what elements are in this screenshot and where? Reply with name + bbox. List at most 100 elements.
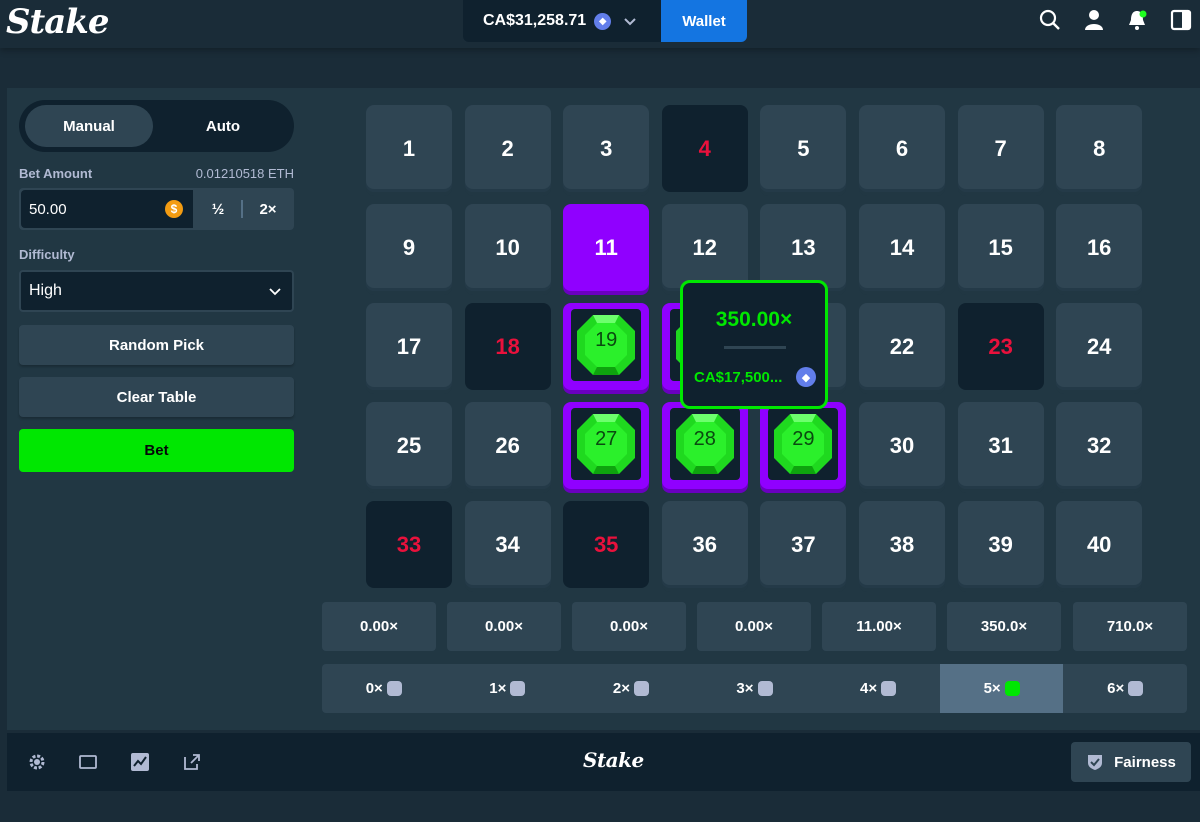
keno-tile-33[interactable]: 33 — [366, 501, 452, 588]
settings-gear-icon[interactable] — [27, 752, 47, 772]
currency-coin-icon: $ — [165, 200, 183, 218]
tile-number: 24 — [1086, 333, 1112, 359]
gem-icon — [633, 681, 649, 696]
keno-tile-17[interactable]: 17 — [366, 303, 452, 390]
tile-number: 19 — [595, 329, 618, 351]
wallet-button[interactable]: Wallet — [661, 0, 747, 42]
hit-count-4: 4× — [816, 664, 940, 713]
payout-tooltip: 350.00× CA$17,500... ◆ — [680, 280, 828, 409]
tile-number: 17 — [396, 333, 422, 359]
keno-tile-37[interactable]: 37 — [760, 501, 847, 588]
search-icon[interactable] — [1038, 8, 1062, 32]
keno-tile-5[interactable]: 5 — [760, 105, 847, 192]
keno-tile-11[interactable]: 11 — [563, 204, 650, 291]
keno-tile-6[interactable]: 6 — [859, 105, 945, 192]
half-bet-button[interactable]: ½ — [195, 190, 241, 228]
random-pick-button[interactable]: Random Pick — [19, 325, 294, 365]
keno-tile-3[interactable]: 3 — [563, 105, 650, 192]
tile-number: 30 — [889, 432, 915, 458]
keno-tile-8[interactable]: 8 — [1056, 105, 1143, 192]
keno-tile-12[interactable]: 12 — [661, 204, 748, 291]
tile-number: 31 — [988, 432, 1013, 458]
payout-multiplier: 0.00× — [322, 602, 436, 651]
eth-coin-icon: ◆ — [594, 12, 612, 30]
keno-tile-13[interactable]: 13 — [760, 204, 847, 291]
user-icon[interactable] — [1082, 8, 1106, 32]
keno-tile-1[interactable]: 1 — [366, 105, 452, 192]
hit-count-label: 6× — [1107, 680, 1125, 697]
keno-tile-18[interactable]: 18 — [464, 303, 551, 390]
keno-tile-30[interactable]: 30 — [859, 402, 945, 489]
sidebar-toggle-icon[interactable] — [1169, 8, 1193, 32]
keno-tile-24[interactable]: 24 — [1056, 303, 1143, 390]
keno-tile-29[interactable]: 29 — [760, 402, 847, 489]
tile-number: 4 — [698, 135, 711, 161]
tile-number: 7 — [994, 135, 1007, 161]
tile-number: 6 — [895, 135, 909, 161]
tab-auto[interactable]: Auto — [159, 105, 287, 147]
clear-table-button[interactable]: Clear Table — [19, 377, 294, 417]
tab-manual[interactable]: Manual — [25, 105, 153, 147]
theatre-mode-icon[interactable] — [78, 752, 98, 772]
hit-count-label: 2× — [612, 680, 630, 697]
double-bet-button[interactable]: 2× — [243, 190, 293, 228]
tile-number: 5 — [797, 135, 810, 161]
notification-bell-icon[interactable] — [1125, 8, 1149, 32]
hit-count-5: 5× — [939, 664, 1064, 713]
tile-number: 13 — [791, 234, 816, 260]
keno-tile-27[interactable]: 27 — [563, 402, 650, 489]
hits-row: 0× 1× 2× 3× 4× 5× 6× — [322, 664, 1187, 713]
tile-number: 25 — [396, 432, 422, 458]
fairness-button[interactable]: Fairness — [1071, 742, 1191, 782]
keno-tile-28[interactable]: 28 — [661, 402, 748, 489]
keno-tile-26[interactable]: 26 — [464, 402, 551, 489]
keno-tile-4[interactable]: 4 — [661, 105, 748, 192]
keno-tile-25[interactable]: 25 — [366, 402, 452, 489]
tooltip-multiplier: 350.00× — [715, 308, 793, 331]
keno-tile-40[interactable]: 40 — [1056, 501, 1143, 588]
keno-tile-31[interactable]: 31 — [957, 402, 1044, 489]
keno-tile-22[interactable]: 22 — [859, 303, 945, 390]
chevron-down-icon — [624, 18, 636, 26]
gem-icon — [1004, 681, 1020, 696]
live-stats-icon[interactable] — [130, 752, 150, 772]
payout-multiplier: 11.00× — [822, 602, 936, 651]
keno-tile-39[interactable]: 39 — [957, 501, 1044, 588]
keno-tile-10[interactable]: 10 — [464, 204, 551, 291]
keno-tile-14[interactable]: 14 — [859, 204, 945, 291]
keno-tile-16[interactable]: 16 — [1056, 204, 1143, 291]
difficulty-label: Difficulty — [19, 247, 75, 262]
tile-number: 14 — [889, 234, 915, 260]
keno-tile-38[interactable]: 38 — [859, 501, 945, 588]
payout-multiplier: 0.00× — [572, 602, 686, 651]
keno-tile-9[interactable]: 9 — [366, 204, 452, 291]
gem-icon — [1128, 681, 1144, 696]
tile-number: 27 — [595, 428, 618, 450]
popout-icon[interactable] — [182, 752, 202, 772]
payout-multiplier: 350.0× — [947, 602, 1061, 651]
balance-amount: CA$31,258.71 — [483, 12, 587, 29]
keno-tile-19[interactable]: 19 — [563, 303, 650, 390]
keno-tile-34[interactable]: 34 — [464, 501, 551, 588]
payout-multiplier: 0.00× — [447, 602, 561, 651]
keno-tile-15[interactable]: 15 — [957, 204, 1044, 291]
tile-number: 18 — [495, 333, 520, 359]
bet-button[interactable]: Bet — [19, 429, 294, 472]
tooltip-payout: CA$17,500... — [694, 369, 783, 386]
tile-number: 39 — [988, 531, 1013, 557]
keno-tile-2[interactable]: 2 — [464, 105, 551, 192]
balance-selector[interactable]: CA$31,258.71 ◆ — [463, 0, 661, 42]
tile-number: 38 — [889, 531, 915, 557]
keno-tile-23[interactable]: 23 — [957, 303, 1044, 390]
keno-tile-36[interactable]: 36 — [661, 501, 748, 588]
tile-number: 9 — [402, 234, 416, 260]
keno-tile-35[interactable]: 35 — [563, 501, 650, 588]
difficulty-select[interactable]: High — [19, 270, 294, 312]
stake-logo[interactable]: Stake — [6, 2, 109, 42]
tile-number: 26 — [495, 432, 520, 458]
tile-number: 12 — [692, 234, 718, 260]
keno-tile-32[interactable]: 32 — [1056, 402, 1143, 489]
keno-tile-7[interactable]: 7 — [957, 105, 1044, 192]
gem-icon — [386, 681, 402, 696]
tile-number: 23 — [988, 333, 1013, 359]
